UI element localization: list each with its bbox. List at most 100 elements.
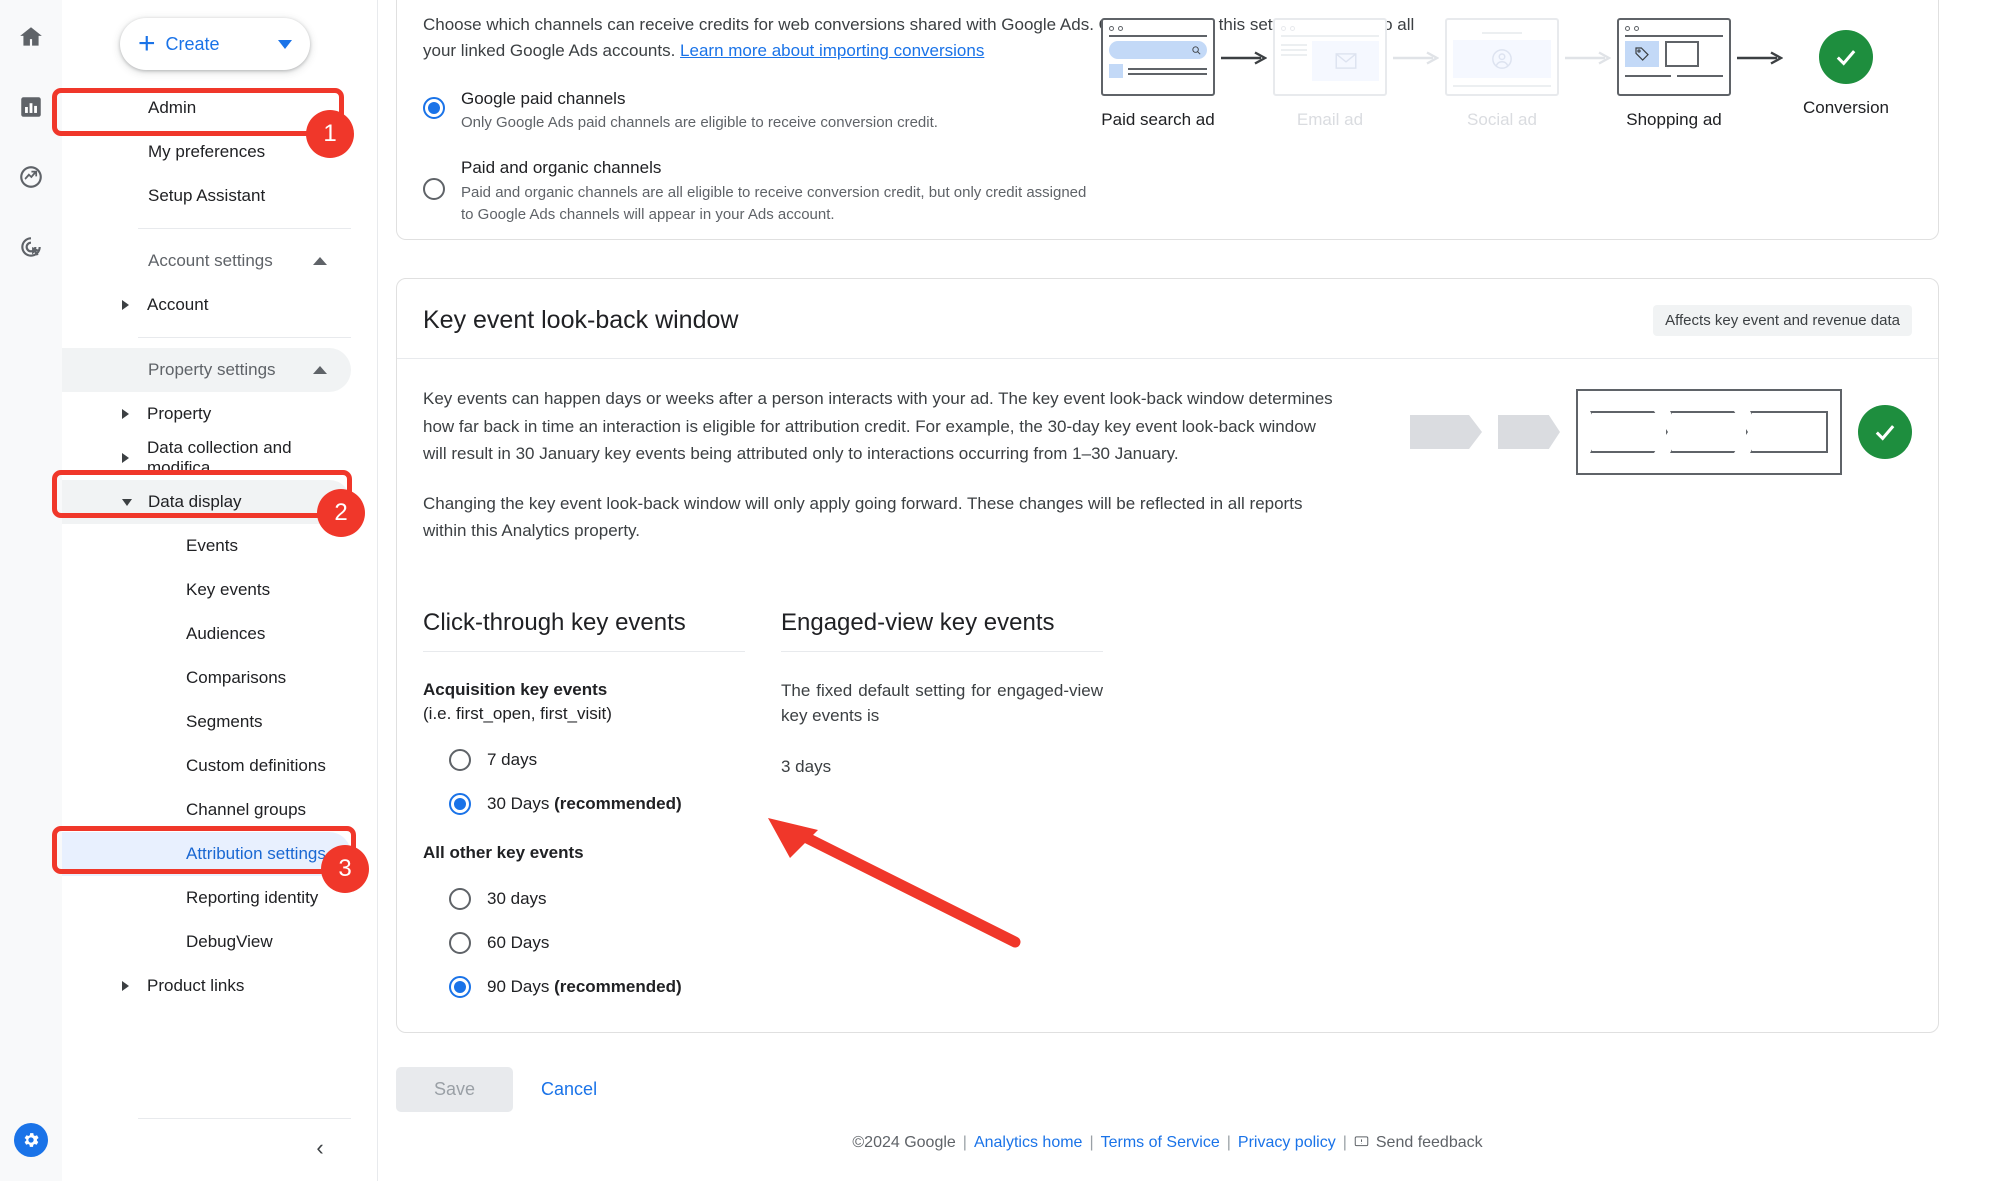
sidebar-group-property-settings[interactable]: Property settings [62, 348, 351, 392]
sidebar-subitem-label: Attribution settings [186, 844, 326, 863]
radio-option-other-30-days[interactable]: 30 days [423, 887, 745, 910]
privacy-policy-link[interactable]: Privacy policy [1238, 1134, 1336, 1152]
radio-option-paid-and-organic-channels[interactable]: Paid and organic channels Paid and organ… [423, 156, 1912, 225]
acquisition-key-events-subtitle: (i.e. first_open, first_visit) [423, 704, 612, 724]
sidebar-item-setup-assistant[interactable]: Setup Assistant [62, 174, 377, 218]
sidebar-subitem-label: Key events [186, 580, 271, 599]
illustration-label: Conversion [1803, 98, 1889, 117]
chevron-up-icon [313, 366, 327, 374]
illustration-conversion: Conversion [1784, 30, 1908, 118]
sidebar-item-data-collection[interactable]: Data collection and modifica... [62, 436, 351, 480]
sidebar-subitem-label: DebugView [186, 932, 273, 951]
sidebar-group-account-settings[interactable]: Account settings [62, 239, 351, 283]
arrow-right-icon [1736, 51, 1784, 65]
main-content: Choose which channels can receive credit… [378, 0, 1999, 1181]
sidebar-item-label: Setup Assistant [148, 186, 266, 205]
gear-icon[interactable] [14, 1123, 48, 1157]
sidebar-subitem-label: Segments [186, 712, 263, 731]
sidebar-subitem-label: Audiences [186, 624, 266, 643]
radio-button[interactable] [449, 931, 471, 954]
footer-separator: | [1089, 1133, 1094, 1151]
radio-option-description: Only Google Ads paid channels are eligib… [461, 114, 938, 132]
sidebar-subitem-audiences[interactable]: Audiences [62, 612, 351, 656]
sidebar-bottom-divider [138, 1118, 351, 1119]
sidebar-item-account[interactable]: Account [62, 283, 351, 327]
lookback-window-header: Key event look-back window Affects key e… [397, 279, 1938, 359]
sidebar-item-product-links[interactable]: Product links [62, 964, 351, 1008]
sidebar-item-property[interactable]: Property [62, 392, 351, 436]
cancel-button[interactable]: Cancel [523, 1067, 615, 1112]
sidebar-subitem-channel-groups[interactable]: Channel groups [62, 788, 351, 832]
radio-option-label: 30 Days (recommended) [487, 793, 682, 813]
chevron-block-outline-icon [1750, 411, 1828, 453]
sidebar-group-label: Account settings [148, 251, 273, 270]
lookback-window-illustration [1410, 389, 1912, 475]
chevron-right-icon [122, 453, 129, 463]
terms-of-service-link[interactable]: Terms of Service [1101, 1134, 1220, 1152]
sidebar-nav: Admin My preferences Setup Assistant Acc… [62, 86, 377, 1008]
social-ad-icon [1445, 18, 1559, 96]
chevron-block-outline-icon [1590, 411, 1668, 453]
radio-option-label: 60 Days [487, 932, 550, 952]
status-badge: Affects key event and revenue data [1653, 305, 1912, 336]
arrow-right-icon [1220, 51, 1268, 65]
illustration-paid-search-ad: Paid search ad [1096, 18, 1220, 130]
sidebar-item-my-preferences[interactable]: My preferences [62, 130, 377, 174]
send-feedback-label[interactable]: Send feedback [1376, 1134, 1483, 1152]
conversion-flow-illustration: Paid search ad Email ad Social ad Shoppi… [1096, 18, 1908, 130]
collapse-sidebar-button[interactable]: ‹ [305, 1133, 335, 1163]
sidebar-subitem-key-events[interactable]: Key events [62, 568, 351, 612]
column-title: Click-through key events [423, 609, 745, 652]
reports-bar-chart-icon[interactable] [16, 92, 46, 122]
chevron-block-outline-icon [1670, 411, 1748, 453]
radio-option-30-days-recommended[interactable]: 30 Days (recommended) [423, 792, 745, 815]
create-button-label: Create [165, 33, 220, 54]
sidebar-divider [138, 228, 351, 229]
radio-option-7-days[interactable]: 7 days [423, 748, 745, 771]
engaged-view-description: The fixed default setting for engaged-vi… [781, 680, 1103, 726]
arrow-right-icon [1392, 51, 1440, 65]
check-circle-icon [1819, 30, 1873, 84]
sidebar-subitem-debugview[interactable]: DebugView [62, 920, 351, 964]
radio-button[interactable] [423, 178, 445, 201]
chevron-down-icon [122, 498, 132, 506]
chevron-right-icon [122, 409, 129, 419]
radio-button[interactable] [449, 975, 471, 998]
sidebar-item-label: My preferences [148, 142, 266, 161]
learn-more-link[interactable]: Learn more about importing conversions [680, 41, 984, 60]
lookback-paragraph-1: Key events can happen days or weeks afte… [423, 389, 1333, 464]
lookback-description: Key events can happen days or weeks afte… [423, 385, 1338, 545]
illustration-label: Social ad [1467, 110, 1537, 129]
radio-option-other-60-days[interactable]: 60 Days [423, 931, 745, 954]
column-title: Engaged-view key events [781, 609, 1103, 652]
sidebar-subitem-label: Custom definitions [186, 756, 326, 775]
sidebar-subitem-reporting-identity[interactable]: Reporting identity [62, 876, 351, 920]
sidebar-item-admin[interactable]: Admin [62, 86, 377, 130]
chevron-block-grey-icon [1498, 415, 1560, 449]
sidebar-item-label: Property [147, 404, 212, 423]
sidebar-subitem-events[interactable]: Events [62, 524, 351, 568]
sidebar-subitem-segments[interactable]: Segments [62, 700, 351, 744]
radio-button[interactable] [449, 887, 471, 910]
sidebar-item-label: Data collection and modifica... [147, 438, 292, 477]
arrow-right-icon [1564, 51, 1612, 65]
analytics-home-link[interactable]: Analytics home [974, 1134, 1083, 1152]
advertising-target-icon[interactable] [16, 232, 46, 262]
radio-option-other-90-days-recommended[interactable]: 90 Days (recommended) [423, 975, 745, 998]
sidebar-item-label: Admin [148, 98, 197, 117]
home-icon[interactable] [16, 22, 46, 52]
email-ad-icon [1273, 18, 1387, 96]
save-button[interactable]: Save [396, 1066, 514, 1112]
chevron-right-icon [122, 981, 129, 991]
sidebar-subitem-comparisons[interactable]: Comparisons [62, 656, 351, 700]
sidebar-item-data-display[interactable]: Data display [62, 480, 351, 524]
all-other-key-events-label: All other key events [423, 842, 584, 862]
explore-trending-icon[interactable] [16, 162, 46, 192]
sidebar-subitem-attribution-settings[interactable]: Attribution settings [62, 832, 351, 876]
sidebar-subitem-custom-definitions[interactable]: Custom definitions [62, 744, 351, 788]
radio-button[interactable] [449, 748, 471, 771]
key-event-columns: Click-through key events Acquisition key… [423, 609, 1912, 998]
radio-button[interactable] [449, 792, 471, 815]
create-button[interactable]: + Create [120, 18, 310, 70]
radio-button[interactable] [423, 96, 445, 119]
